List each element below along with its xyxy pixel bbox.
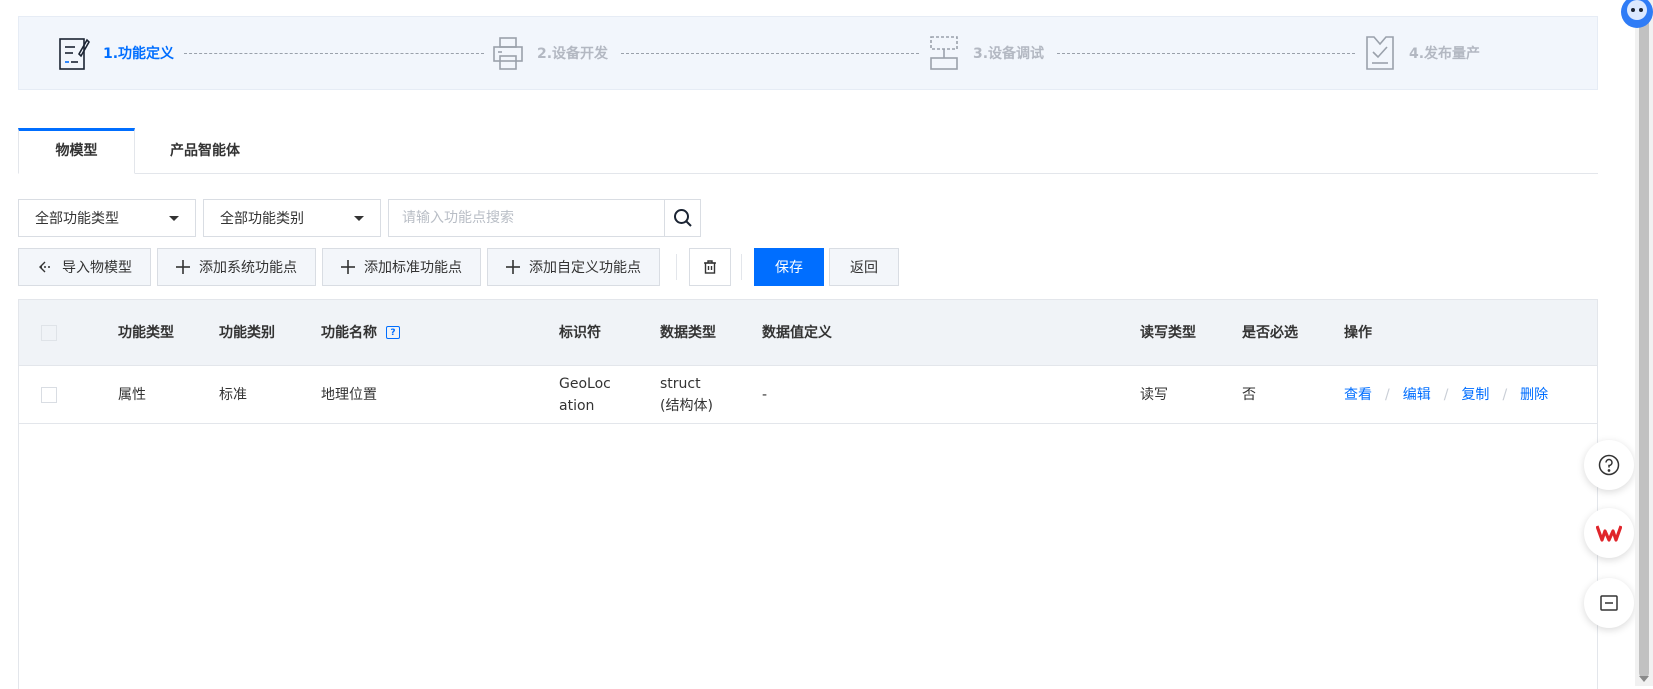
step-connector xyxy=(184,53,484,54)
cell-identifier: GeoLocation xyxy=(559,375,611,414)
header-identifier: 标识符 xyxy=(559,324,601,341)
step-label: 1.功能定义 xyxy=(103,46,175,62)
select-value: 全部功能类型 xyxy=(35,211,119,227)
printer-icon xyxy=(491,34,525,72)
link-divider: / xyxy=(1502,386,1508,403)
plus-icon xyxy=(176,260,190,274)
action-toolbar: 导入物模型 添加系统功能点 添加标准功能点 添加自定义功能点 保存 返回 xyxy=(18,248,899,286)
wps-float-button[interactable] xyxy=(1584,508,1634,558)
toolbar-divider xyxy=(676,254,677,280)
header-rw-type: 读写类型 xyxy=(1140,324,1196,341)
function-type-select[interactable]: 全部功能类型 xyxy=(18,199,196,237)
tab-bar: 物模型 产品智能体 xyxy=(18,128,1598,174)
add-custom-function-button[interactable]: 添加自定义功能点 xyxy=(487,248,660,286)
document-edit-icon xyxy=(57,34,91,72)
table-header: 功能类型 功能类别 功能名称 ? 标识符 数据类型 数据值定义 读写类型 是否必… xyxy=(19,300,1597,366)
minimize-icon xyxy=(1600,595,1618,611)
step-device-debug[interactable]: 3.设备调试 xyxy=(927,17,1044,89)
search-input[interactable] xyxy=(389,200,664,236)
header-required: 是否必选 xyxy=(1242,324,1298,341)
row-checkbox[interactable] xyxy=(41,366,57,423)
wps-icon xyxy=(1596,525,1622,542)
search-box xyxy=(388,199,701,237)
collapse-float-button[interactable] xyxy=(1584,578,1634,628)
cell-required: 否 xyxy=(1242,386,1256,403)
step-device-development[interactable]: 2.设备开发 xyxy=(491,17,608,89)
step-label: 4.发布量产 xyxy=(1409,46,1481,62)
button-label: 添加标准功能点 xyxy=(364,260,462,276)
assistant-robot-icon[interactable] xyxy=(1613,0,1653,36)
header-function-type: 功能类型 xyxy=(118,324,174,341)
step-label: 3.设备调试 xyxy=(973,46,1045,62)
debug-icon xyxy=(927,34,961,72)
caret-down-icon xyxy=(169,215,179,221)
save-button[interactable]: 保存 xyxy=(754,248,824,286)
cell-function-type: 属性 xyxy=(118,386,146,403)
step-connector xyxy=(1057,53,1355,54)
tab-thing-model[interactable]: 物模型 xyxy=(18,128,135,174)
scrollbar-thumb[interactable] xyxy=(1639,8,1649,678)
copy-link[interactable]: 复制 xyxy=(1461,384,1489,406)
cell-data-type: struct (结构体) xyxy=(660,375,713,414)
clipboard-check-icon xyxy=(1363,34,1397,72)
tab-product-agent[interactable]: 产品智能体 xyxy=(135,128,275,174)
back-button[interactable]: 返回 xyxy=(829,248,899,286)
cell-rw-type: 读写 xyxy=(1140,386,1168,403)
trash-icon xyxy=(704,260,716,274)
button-label: 导入物模型 xyxy=(62,260,132,276)
header-function-name: 功能名称 ? xyxy=(321,300,400,365)
help-icon[interactable]: ? xyxy=(386,326,400,339)
progress-stepper: 1.功能定义 2.设备开发 3.设备调试 4.发布量产 xyxy=(18,16,1598,90)
help-float-button[interactable] xyxy=(1584,440,1634,490)
header-operations: 操作 xyxy=(1344,324,1372,341)
step-label: 2.设备开发 xyxy=(537,46,609,62)
step-function-definition[interactable]: 1.功能定义 xyxy=(57,17,174,89)
cell-operations: 查看 / 编辑 / 复制 / 删除 xyxy=(1344,366,1548,423)
step-connector xyxy=(621,53,919,54)
add-system-function-button[interactable]: 添加系统功能点 xyxy=(157,248,316,286)
vertical-scrollbar[interactable] xyxy=(1635,0,1653,686)
toolbar-divider xyxy=(741,254,742,280)
add-standard-function-button[interactable]: 添加标准功能点 xyxy=(322,248,481,286)
delete-link[interactable]: 删除 xyxy=(1520,384,1548,406)
header-function-category: 功能类别 xyxy=(219,324,275,341)
button-label: 添加系统功能点 xyxy=(199,260,297,276)
import-icon xyxy=(39,261,51,273)
edit-link[interactable]: 编辑 xyxy=(1403,384,1431,406)
function-table: 功能类型 功能类别 功能名称 ? 标识符 数据类型 数据值定义 读写类型 是否必… xyxy=(18,299,1598,689)
plus-icon xyxy=(506,260,520,274)
cell-data-definition: - xyxy=(762,386,768,403)
import-model-button[interactable]: 导入物模型 xyxy=(18,248,151,286)
link-divider: / xyxy=(1443,386,1449,403)
search-button[interactable] xyxy=(664,200,700,236)
select-all-checkbox[interactable] xyxy=(41,300,57,365)
question-icon xyxy=(1598,454,1620,476)
header-data-type: 数据类型 xyxy=(660,324,716,341)
delete-button[interactable] xyxy=(689,248,731,286)
header-label: 功能名称 xyxy=(321,324,377,341)
caret-down-icon xyxy=(354,215,364,221)
plus-icon xyxy=(341,260,355,274)
link-divider: / xyxy=(1385,386,1390,403)
select-value: 全部功能类别 xyxy=(220,211,304,227)
search-icon xyxy=(673,209,692,227)
scroll-down-arrow-icon[interactable] xyxy=(1639,676,1649,682)
table-row: 属性 标准 地理位置 GeoLocation struct (结构体) - 读写… xyxy=(19,366,1597,424)
cell-function-category: 标准 xyxy=(219,386,247,403)
step-release[interactable]: 4.发布量产 xyxy=(1363,17,1480,89)
header-data-definition: 数据值定义 xyxy=(762,324,832,341)
function-category-select[interactable]: 全部功能类别 xyxy=(203,199,381,237)
filter-bar: 全部功能类型 全部功能类别 xyxy=(18,199,701,237)
cell-function-name: 地理位置 xyxy=(321,386,377,403)
button-label: 添加自定义功能点 xyxy=(529,260,641,276)
view-link[interactable]: 查看 xyxy=(1344,384,1372,406)
